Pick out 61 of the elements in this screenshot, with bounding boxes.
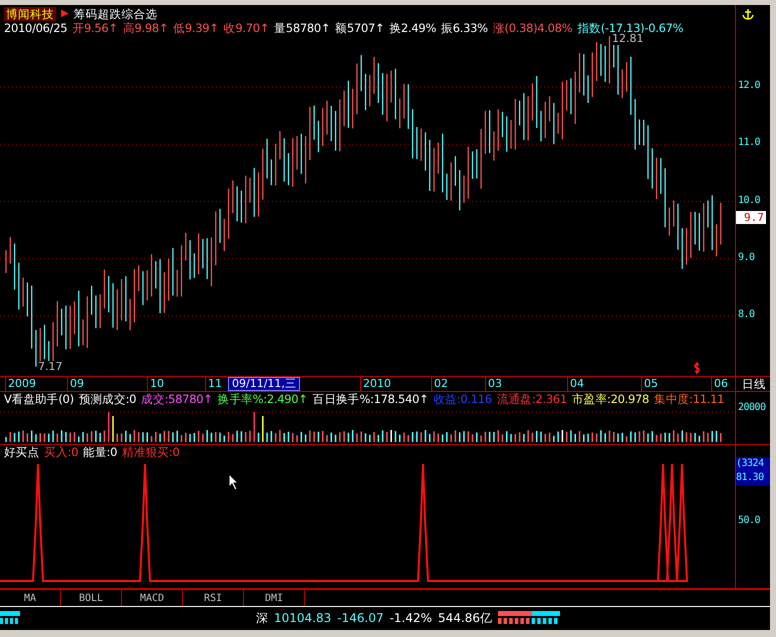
date-label: 03 — [485, 377, 502, 391]
stock-name: 博闻科技 — [4, 7, 56, 21]
indicator-value: 成交:58780↑ — [141, 392, 213, 406]
formula-name[interactable]: 筹码超跌综合选 — [74, 7, 158, 21]
period-label[interactable]: 日线 — [736, 377, 766, 391]
indicator-axis-label: 50.0 — [738, 515, 760, 526]
date-label: 09 — [67, 377, 84, 391]
low-price-label: 7.17 — [38, 361, 62, 373]
axis-value: 81.30 — [736, 471, 765, 485]
selected-date: 09/11/11,三 — [228, 377, 300, 391]
indicator-value: 流通盘:2.361 — [496, 392, 567, 406]
current-price-tag: 9.7 — [736, 210, 766, 224]
date-label: 10 — [147, 377, 164, 391]
turnover-value: 544.86亿 — [438, 610, 492, 626]
date-label: 2010 — [360, 377, 391, 391]
price-axis-label: 9.0 — [738, 252, 755, 263]
indicator-value: 收益:0.116 — [433, 392, 492, 406]
indicator-value: 预测成交:0 — [78, 392, 136, 406]
date-label: 11 — [205, 377, 222, 391]
anchor-icon[interactable] — [742, 8, 754, 20]
mouse-cursor-icon — [228, 473, 240, 491]
quote-value: 振6.33% — [441, 21, 488, 35]
axis-value: (3324 — [736, 457, 765, 471]
price-axis-label: 11.0 — [738, 137, 760, 148]
quote-value: 2010/06/25 — [4, 21, 68, 35]
quote-value: 量58780↑ — [274, 21, 330, 35]
quote-value: 额5707↑ — [335, 21, 384, 35]
quote-value: 涨(0.38)4.08% — [492, 21, 572, 35]
date-label: 2009 — [5, 377, 36, 391]
indicator-value: 买入:0 — [44, 445, 78, 459]
quote-value: 开9.56↑ — [72, 21, 118, 35]
arrow-icon: ▶ — [61, 7, 69, 21]
indicator-value: 市盈率:20.978 — [572, 392, 650, 406]
quote-value: 收9.70↑ — [224, 21, 270, 35]
index-change: -146.07 — [337, 611, 384, 625]
volume-axis-label: 20000 — [738, 402, 766, 413]
date-label: 06 — [711, 377, 728, 391]
indicator-value: 集中度:11.11 — [654, 392, 724, 406]
price-axis-label: 12.0 — [738, 80, 760, 91]
indicator-value: 能量:0 — [83, 445, 118, 459]
date-label: 02 — [431, 377, 448, 391]
indicator-value: 百日换手%:178.540↑ — [312, 392, 428, 406]
date-label: 04 — [567, 377, 584, 391]
index-value: 10104.83 — [274, 611, 332, 625]
quote-value: 低9.39↑ — [173, 21, 219, 35]
indicator-value: 换手率%:2.490↑ — [218, 392, 308, 406]
quote-value: 高9.98↑ — [122, 21, 168, 35]
market-label: 深 — [256, 610, 268, 626]
high-price-label: 12.81 — [612, 33, 644, 45]
indicator-value: 好买点 — [4, 445, 40, 459]
date-label: 05 — [641, 377, 658, 391]
price-axis-label: 8.0 — [738, 309, 755, 320]
bar-meter-icon — [0, 611, 20, 625]
indicator-value: V看盘助手(0) — [4, 392, 74, 406]
quote-value: 指数(-17.13)-0.67% — [577, 21, 684, 35]
dollar-marker-icon — [693, 362, 701, 374]
price-axis-label: 10.0 — [738, 194, 760, 206]
breadth-bar-icon — [498, 611, 560, 625]
indicator-value: 精准狠买:0 — [122, 445, 180, 459]
index-percent: -1.42% — [390, 611, 432, 625]
quote-value: 换2.49% — [389, 21, 436, 35]
